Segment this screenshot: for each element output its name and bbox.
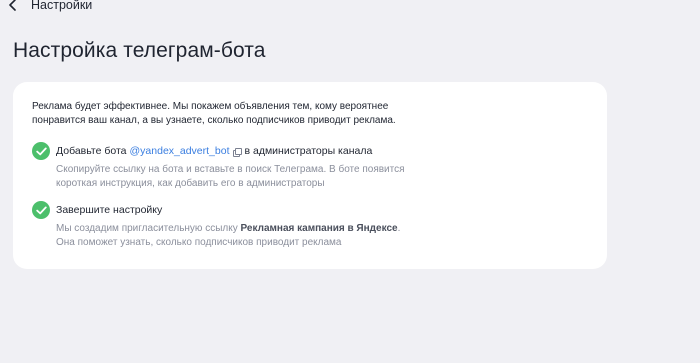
back-link[interactable]: Настройки [8,0,92,12]
intro-text: Реклама будет эффективнее. Мы покажем об… [32,101,396,126]
step-add-bot-title-prefix: Добавьте бота [56,145,127,157]
page-title: Настройка телеграм-бота [13,39,266,62]
step-finish-setup-description: Мы создадим пригласительную ссылку Рекла… [56,222,416,249]
step-add-bot-description: Скопируйте ссылку на бота и вставьте в п… [56,164,405,189]
check-icon [32,142,50,160]
check-icon [32,201,50,219]
chevron-left-icon [9,0,16,11]
step-finish-setup-title: Завершите настройку [56,204,163,216]
campaign-name: Рекламная кампания в Яндексе [240,223,398,234]
copy-icon[interactable] [232,147,242,157]
bot-username-link[interactable]: @yandex_advert_bot [130,145,230,158]
step-add-bot-title-suffix: в администраторы канала [244,145,373,157]
setup-card: Реклама будет эффективнее. Мы покажем об… [13,82,607,269]
desc-prefix: Мы создадим пригласительную ссылку [56,223,238,234]
back-link-label: Настройки [31,0,93,12]
step-add-bot-title: Добавьте бота @yandex_advert_bot в админ… [56,145,372,158]
